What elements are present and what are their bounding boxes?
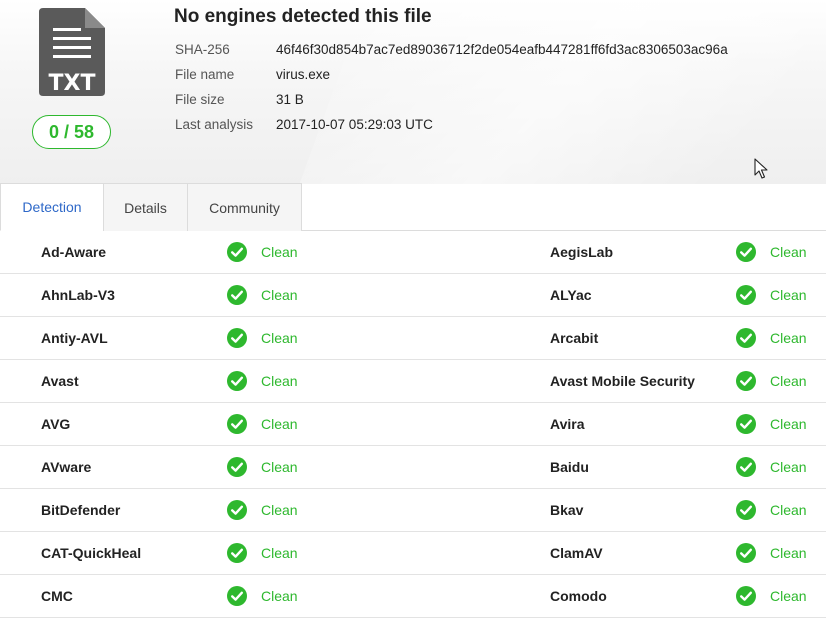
meta-row-sha256: SHA-256 46f46f30d854b7ac7ed89036712f2de0… (175, 42, 728, 67)
detection-result: Clean (261, 373, 298, 389)
detection-result: Clean (770, 545, 807, 561)
engine-name: Comodo (550, 588, 607, 604)
table-row: Antiy-AVL Clean Arcabit Clean (0, 317, 826, 360)
check-circle-icon (227, 500, 247, 520)
detection-result: Clean (261, 330, 298, 346)
detection-result: Clean (770, 330, 807, 346)
check-circle-icon (227, 242, 247, 262)
engine-name: AegisLab (550, 244, 614, 260)
meta-value-file-size: 31 B (276, 92, 304, 107)
engine-name: AVG (41, 416, 71, 432)
detection-result: Clean (770, 287, 807, 303)
file-metadata: SHA-256 46f46f30d854b7ac7ed89036712f2de0… (175, 42, 728, 142)
txt-file-icon: TXT (39, 8, 105, 96)
file-summary-header: TXT 0 / 58 No engines detected this file… (0, 0, 826, 184)
detection-result: Clean (770, 416, 807, 432)
table-row: BitDefender Clean Bkav Clean (0, 489, 826, 532)
table-row: Avast Clean Avast Mobile Security Clean (0, 360, 826, 403)
tab-details[interactable]: Details (103, 183, 188, 231)
tab-detection[interactable]: Detection (0, 183, 104, 231)
engine-name: ClamAV (550, 545, 603, 561)
engine-name: BitDefender (41, 502, 121, 518)
check-circle-icon (227, 586, 247, 606)
check-circle-icon (227, 371, 247, 391)
engine-name: CAT-QuickHeal (41, 545, 142, 561)
engine-name: Baidu (550, 459, 589, 475)
meta-value-last-analysis: 2017-10-07 05:29:03 UTC (276, 117, 433, 132)
table-row: AhnLab-V3 Clean ALYac Clean (0, 274, 826, 317)
detection-result: Clean (261, 244, 298, 260)
meta-key: Last analysis (175, 117, 254, 132)
meta-row-file-name: File name virus.exe (175, 67, 728, 92)
table-row: AVG Clean Avira Clean (0, 403, 826, 446)
check-circle-icon (736, 414, 756, 434)
file-type-label: TXT (49, 71, 96, 96)
check-circle-icon (227, 285, 247, 305)
check-circle-icon (736, 285, 756, 305)
check-circle-icon (736, 371, 756, 391)
engine-name: ALYac (550, 287, 592, 303)
mouse-pointer-icon (754, 158, 768, 179)
check-circle-icon (227, 414, 247, 434)
page-title: No engines detected this file (174, 6, 432, 27)
check-circle-icon (736, 242, 756, 262)
detection-result: Clean (261, 502, 298, 518)
detection-result: Clean (770, 502, 807, 518)
detection-result: Clean (770, 373, 807, 389)
detection-result: Clean (770, 459, 807, 475)
check-circle-icon (227, 543, 247, 563)
detection-result: Clean (261, 416, 298, 432)
tab-bar: Detection Details Community (0, 183, 826, 231)
meta-key: File name (175, 67, 235, 82)
meta-row-last-analysis: Last analysis 2017-10-07 05:29:03 UTC (175, 117, 728, 142)
check-circle-icon (227, 457, 247, 477)
detection-result: Clean (261, 459, 298, 475)
engine-name: Avast (41, 373, 79, 389)
check-circle-icon (736, 328, 756, 348)
check-circle-icon (736, 543, 756, 563)
table-row: AVware Clean Baidu Clean (0, 446, 826, 489)
engine-name: AhnLab-V3 (41, 287, 115, 303)
meta-row-file-size: File size 31 B (175, 92, 728, 117)
detection-result: Clean (770, 588, 807, 604)
engine-name: Arcabit (550, 330, 599, 346)
meta-value-sha256: 46f46f30d854b7ac7ed89036712f2de054eafb44… (276, 42, 728, 57)
engine-name: Bkav (550, 502, 584, 518)
engine-name: Avira (550, 416, 585, 432)
check-circle-icon (736, 457, 756, 477)
meta-key: SHA-256 (175, 42, 230, 57)
engine-name: CMC (41, 588, 73, 604)
detection-result: Clean (261, 545, 298, 561)
table-row: CAT-QuickHeal Clean ClamAV Clean (0, 532, 826, 575)
meta-value-file-name: virus.exe (276, 67, 331, 82)
engine-name: AVware (41, 459, 92, 475)
detection-score-badge: 0 / 58 (32, 115, 111, 149)
check-circle-icon (736, 500, 756, 520)
table-row: Ad-Aware Clean AegisLab Clean (0, 231, 826, 274)
detection-result: Clean (261, 588, 298, 604)
engine-name: Ad-Aware (41, 244, 107, 260)
engine-name: Antiy-AVL (41, 330, 108, 346)
meta-key: File size (175, 92, 225, 107)
detection-result: Clean (261, 287, 298, 303)
detection-result: Clean (770, 244, 807, 260)
table-row: CMC Clean Comodo Clean (0, 575, 826, 618)
engine-name: Avast Mobile Security (550, 373, 695, 389)
check-circle-icon (227, 328, 247, 348)
tab-community[interactable]: Community (187, 183, 302, 231)
detection-results-list: Ad-Aware Clean AegisLab Clean AhnLab-V3 Clean… (0, 231, 826, 618)
check-circle-icon (736, 586, 756, 606)
